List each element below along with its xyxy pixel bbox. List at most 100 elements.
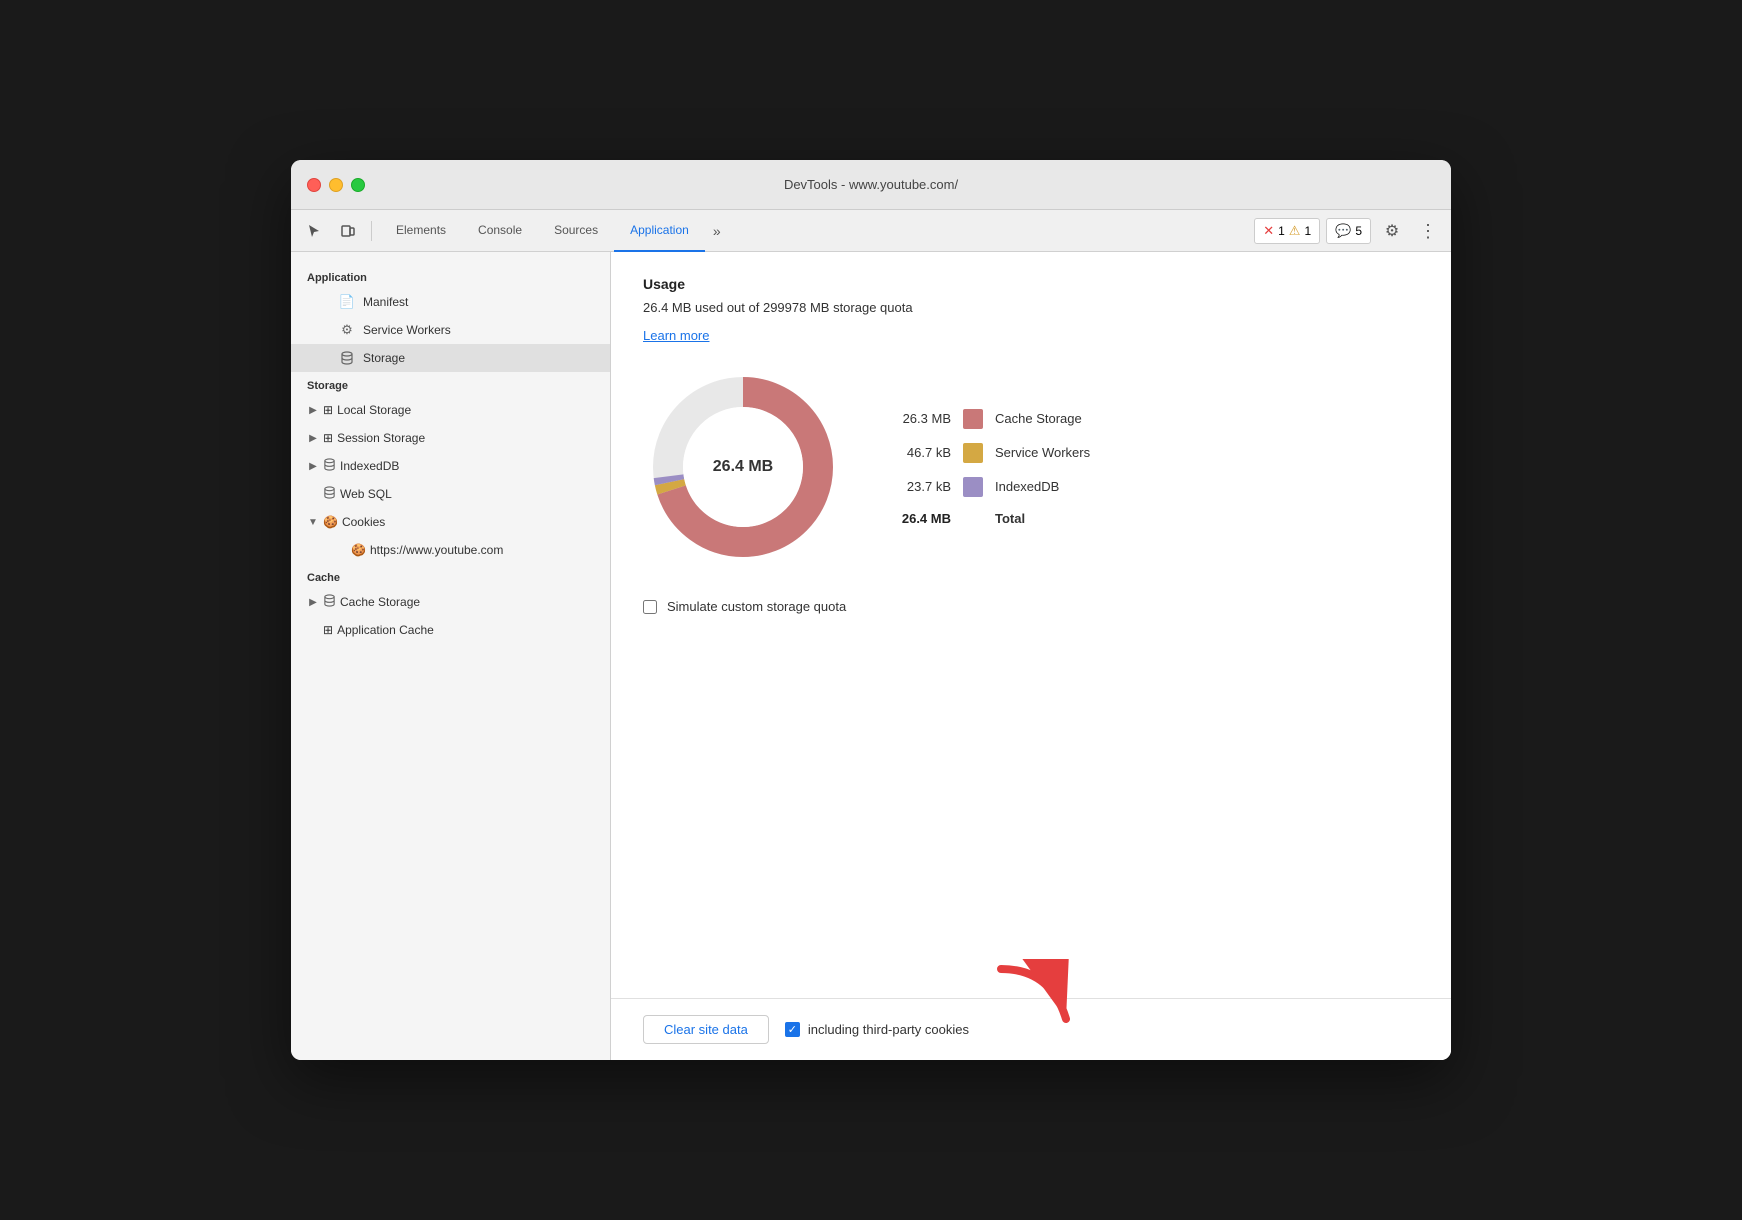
web-sql-icon — [323, 486, 336, 502]
sidebar-item-storage[interactable]: Storage — [291, 344, 610, 372]
storage-icon — [339, 350, 355, 366]
manifest-icon: 📄 — [339, 294, 355, 310]
maximize-button[interactable] — [351, 178, 365, 192]
legend-sw-color — [963, 443, 983, 463]
legend-idb-name: IndexedDB — [995, 479, 1059, 494]
more-tabs-button[interactable]: » — [705, 210, 729, 252]
cache-storage-triangle[interactable] — [307, 596, 319, 608]
sidebar-section-cache: Cache — [291, 564, 610, 588]
legend-cache-value: 26.3 MB — [891, 411, 951, 426]
tab-application[interactable]: Application — [614, 210, 705, 252]
sidebar-item-web-sql[interactable]: Web SQL — [291, 480, 610, 508]
sidebar-item-service-workers[interactable]: ⚙ Service Workers — [291, 316, 610, 344]
sidebar-item-manifest[interactable]: 📄 Manifest — [291, 288, 610, 316]
manifest-label: Manifest — [363, 295, 594, 309]
simulate-label[interactable]: Simulate custom storage quota — [667, 599, 846, 614]
legend-total-name: Total — [995, 511, 1025, 526]
sidebar-item-local-storage[interactable]: ⊞ Local Storage — [291, 396, 610, 424]
local-storage-icon: ⊞ — [323, 403, 333, 417]
bottom-section: Clear site data ✓ including third-party … — [611, 998, 1451, 1060]
local-storage-triangle[interactable] — [307, 404, 319, 416]
web-sql-label: Web SQL — [340, 487, 392, 501]
legend-row-idb: 23.7 kB IndexedDB — [891, 477, 1090, 497]
minimize-button[interactable] — [329, 178, 343, 192]
error-badge-button[interactable]: ✕ 1 ⚠ 1 — [1254, 218, 1320, 244]
legend-cache-color — [963, 409, 983, 429]
sidebar-item-indexeddb[interactable]: IndexedDB — [291, 452, 610, 480]
indexeddb-label: IndexedDB — [340, 459, 399, 473]
content-inner: Usage 26.4 MB used out of 299978 MB stor… — [611, 252, 1451, 998]
device-toggle-button[interactable] — [333, 217, 363, 245]
third-party-checkbox[interactable]: ✓ — [785, 1022, 800, 1037]
comment-count: 5 — [1355, 224, 1362, 238]
gear-icon: ⚙ — [1385, 221, 1399, 241]
toolbar-separator — [371, 221, 372, 241]
comment-icon: 💬 — [1335, 223, 1351, 239]
legend-row-total: 26.4 MB Total — [891, 511, 1090, 526]
toolbar-right: ✕ 1 ⚠ 1 💬 5 ⚙ ⋮ — [1254, 217, 1443, 245]
sidebar-item-session-storage[interactable]: ⊞ Session Storage — [291, 424, 610, 452]
tab-elements[interactable]: Elements — [380, 210, 462, 252]
usage-desc: 26.4 MB used out of 299978 MB storage qu… — [643, 300, 1419, 315]
service-workers-icon: ⚙ — [339, 322, 355, 338]
simulate-checkbox[interactable] — [643, 600, 657, 614]
cookies-youtube-label: https://www.youtube.com — [370, 543, 503, 557]
legend-row-cache: 26.3 MB Cache Storage — [891, 409, 1090, 429]
legend-row-sw: 46.7 kB Service Workers — [891, 443, 1090, 463]
cookies-icon: 🍪 — [323, 515, 338, 529]
sidebar-item-app-cache[interactable]: ⊞ Application Cache — [291, 616, 610, 644]
window-title: DevTools - www.youtube.com/ — [784, 177, 958, 192]
session-storage-label: Session Storage — [337, 431, 425, 445]
sidebar-item-cookies-youtube[interactable]: 🍪 https://www.youtube.com — [291, 536, 610, 564]
app-cache-label: Application Cache — [337, 623, 434, 637]
donut-chart: 26.4 MB — [643, 367, 843, 567]
legend-idb-value: 23.7 kB — [891, 479, 951, 494]
storage-label: Storage — [363, 351, 594, 365]
cookies-triangle[interactable] — [307, 516, 319, 528]
session-storage-icon: ⊞ — [323, 431, 333, 445]
kebab-icon: ⋮ — [1419, 222, 1437, 240]
learn-more-link[interactable]: Learn more — [643, 328, 709, 343]
simulate-checkbox-row: Simulate custom storage quota — [643, 599, 1419, 614]
toolbar-tabs: Elements Console Sources Application » — [380, 210, 1250, 252]
window-controls — [307, 178, 365, 192]
sidebar-section-application: Application — [291, 264, 610, 288]
legend: 26.3 MB Cache Storage 46.7 kB Service Wo… — [891, 409, 1090, 526]
cursor-icon — [306, 223, 322, 239]
cursor-icon-button[interactable] — [299, 217, 329, 245]
tab-console[interactable]: Console — [462, 210, 538, 252]
service-workers-label: Service Workers — [363, 323, 594, 337]
third-party-label: including third-party cookies — [808, 1022, 969, 1037]
app-cache-icon: ⊞ — [323, 623, 333, 637]
legend-cache-name: Cache Storage — [995, 411, 1082, 426]
comment-badge-button[interactable]: 💬 5 — [1326, 218, 1371, 244]
donut-label: 26.4 MB — [713, 458, 773, 476]
session-storage-triangle[interactable] — [307, 432, 319, 444]
sidebar-section-storage: Storage — [291, 372, 610, 396]
main-area: Application 📄 Manifest ⚙ Service Workers — [291, 252, 1451, 1060]
indexeddb-triangle[interactable] — [307, 460, 319, 472]
cache-storage-label: Cache Storage — [340, 595, 420, 609]
third-party-row: ✓ including third-party cookies — [785, 1022, 969, 1037]
indexeddb-icon — [323, 458, 336, 474]
legend-total-value: 26.4 MB — [891, 511, 951, 526]
cache-storage-icon — [323, 594, 336, 610]
device-icon — [340, 223, 356, 239]
usage-title: Usage — [643, 276, 1419, 292]
sidebar-item-cache-storage[interactable]: Cache Storage — [291, 588, 610, 616]
tab-sources[interactable]: Sources — [538, 210, 614, 252]
legend-sw-name: Service Workers — [995, 445, 1090, 460]
local-storage-label: Local Storage — [337, 403, 411, 417]
settings-button[interactable]: ⚙ — [1377, 217, 1407, 245]
clear-site-data-button[interactable]: Clear site data — [643, 1015, 769, 1044]
warning-count: 1 — [1304, 224, 1311, 238]
close-button[interactable] — [307, 178, 321, 192]
devtools-window: DevTools - www.youtube.com/ Elements Con… — [291, 160, 1451, 1060]
chart-area: 26.4 MB 26.3 MB Cache Storage 46.7 kB Se… — [643, 367, 1419, 567]
legend-idb-color — [963, 477, 983, 497]
error-count: 1 — [1278, 224, 1285, 238]
sidebar-item-cookies[interactable]: 🍪 Cookies — [291, 508, 610, 536]
cookies-youtube-icon: 🍪 — [351, 543, 366, 557]
warning-icon: ⚠ — [1289, 223, 1301, 239]
more-options-button[interactable]: ⋮ — [1413, 217, 1443, 245]
